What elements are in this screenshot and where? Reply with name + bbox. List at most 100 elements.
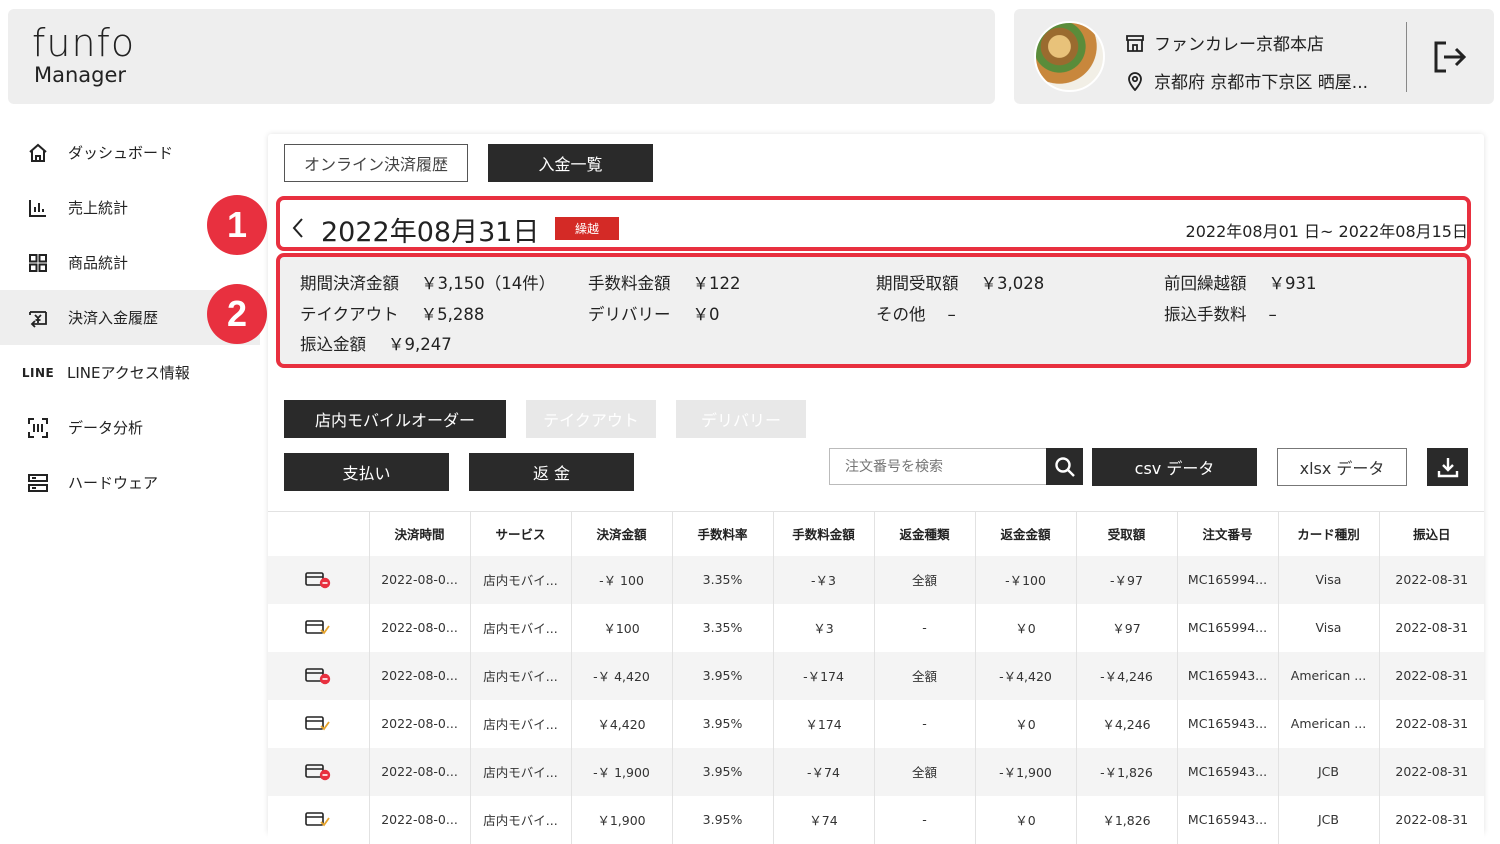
store-avatar [1034, 21, 1105, 92]
tab-delivery[interactable]: デリバリー [676, 400, 806, 438]
column-header[interactable]: 注文番号 [1177, 511, 1279, 556]
sidebar-item-label: 売上統計 [68, 199, 129, 217]
column-header[interactable]: 返金種類 [874, 511, 976, 556]
tab-deposit-list[interactable]: 入金一覧 [488, 144, 653, 182]
cell-refund-amount: -￥4,420 [975, 651, 1077, 700]
cell-refund-amount: ￥0 [975, 603, 1077, 652]
header-divider [1406, 22, 1407, 92]
column-header[interactable]: サービス [470, 511, 572, 556]
store-address: 京都府 京都市下京区 晒屋... [1154, 73, 1369, 93]
summary-transfer-fee: 振込手数料 – [1164, 301, 1277, 325]
download-icon[interactable] [1427, 448, 1468, 486]
refund-button[interactable]: 返 金 [469, 453, 634, 491]
summary-label: 期間受取額 [876, 274, 959, 293]
cell-refund-type: - [874, 699, 976, 748]
column-header[interactable]: 受取額 [1076, 511, 1178, 556]
cell-time: 2022-08-0... [369, 603, 471, 652]
column-header[interactable]: 決済金額 [571, 511, 673, 556]
home-icon [26, 141, 50, 165]
sidebar-item-data-analysis[interactable]: データ分析 [0, 400, 260, 455]
column-header[interactable]: 手数料金額 [773, 511, 875, 556]
summary-value: ￥9,247 [388, 335, 452, 354]
cell-service: 店内モバイ... [470, 603, 572, 652]
column-header[interactable]: 手数料率 [672, 511, 774, 556]
column-header[interactable]: 返金金額 [975, 511, 1077, 556]
cell-transfer-date: 2022-08-31 [1379, 651, 1484, 700]
app-logo[interactable]: funfo Manager [32, 23, 152, 87]
carry-over-badge: 繰越 [555, 217, 619, 240]
cell-fee: ￥74 [773, 795, 875, 844]
sidebar-item-hardware[interactable]: ハードウェア [0, 455, 260, 510]
summary-label: その他 [876, 305, 926, 324]
sidebar-item-line-access[interactable]: LINE LINEアクセス情報 [0, 345, 260, 400]
cell-time: 2022-08-0... [369, 555, 471, 604]
cell-rate: 3.35% [672, 603, 774, 652]
cell-order: MC165943... [1177, 651, 1279, 700]
cell-received: -￥97 [1076, 555, 1178, 604]
yen-transfer-icon [26, 306, 50, 330]
pay-button[interactable]: 支払い [284, 453, 449, 491]
xlsx-export-button[interactable]: xlsx データ [1277, 448, 1407, 486]
server-icon [26, 471, 50, 495]
cell-refund-type: - [874, 603, 976, 652]
table-row[interactable]: 2022-08-0... 店内モバイ... -￥ 4,420 3.95% -￥174 全額… [268, 651, 1484, 700]
store-header: ファンカレー京都本店 京都府 京都市下京区 晒屋... [1014, 9, 1494, 104]
card-check-icon [305, 811, 331, 829]
cell-time: 2022-08-0... [369, 651, 471, 700]
cell-card: JCB [1278, 747, 1380, 796]
cell-time: 2022-08-0... [369, 747, 471, 796]
cell-amount: ￥100 [571, 603, 673, 652]
brand-header: funfo Manager [8, 9, 995, 104]
cell-amount: -￥ 1,900 [571, 747, 673, 796]
cell-rate: 3.95% [672, 651, 774, 700]
cell-received: ￥97 [1076, 603, 1178, 652]
cell-refund-type: 全額 [874, 651, 976, 700]
table-row[interactable]: 2022-08-0... 店内モバイ... ￥1,900 3.95% ￥74- ￥0 ￥1,… [268, 795, 1484, 844]
cell-time: 2022-08-0... [369, 795, 471, 844]
sidebar-item-label: データ分析 [68, 419, 144, 437]
cell-amount: ￥1,900 [571, 795, 673, 844]
main-panel: オンライン決済履歴 入金一覧 2022年08月31日 繰越 2022年08月01… [268, 134, 1484, 844]
column-header[interactable]: 決済時間 [369, 511, 471, 556]
line-icon: LINE [21, 365, 55, 380]
cell-fee: -￥74 [773, 747, 875, 796]
row-icon-cell [268, 555, 370, 604]
cell-card: American ... [1278, 651, 1380, 700]
chevron-left-icon[interactable] [290, 216, 306, 240]
table-row[interactable]: 2022-08-0... 店内モバイ... ￥100 3.35% ￥3- ￥0 ￥97 MC1… [268, 603, 1484, 652]
cell-fee: ￥174 [773, 699, 875, 748]
sidebar-item-dashboard[interactable]: ダッシュボード [0, 125, 260, 180]
row-icon-cell [268, 603, 370, 652]
summary-label: 振込手数料 [1164, 305, 1247, 324]
summary-delivery: デリバリー ￥0 [588, 301, 720, 325]
summary-prev-carry: 前回繰越額 ￥931 [1164, 270, 1317, 294]
sidebar-item-label: 商品統計 [68, 254, 129, 272]
tab-online-payment-history[interactable]: オンライン決済履歴 [284, 144, 468, 182]
tab-mobile-order[interactable]: 店内モバイルオーダー [284, 400, 506, 438]
cell-amount: ￥4,420 [571, 699, 673, 748]
table-row[interactable]: 2022-08-0... 店内モバイ... -￥ 100 3.35% -￥3 全額 -￥10… [268, 555, 1484, 604]
cell-service: 店内モバイ... [470, 555, 572, 604]
summary-value: ￥0 [692, 305, 720, 324]
summary-fee-amount: 手数料金額 ￥122 [588, 270, 741, 294]
summary-label: 期間決済金額 [300, 274, 399, 293]
column-header[interactable]: 振込日 [1379, 511, 1484, 556]
cell-rate: 3.95% [672, 747, 774, 796]
summary-takeout: テイクアウト ￥5,288 [300, 301, 484, 325]
cell-refund-amount: -￥1,900 [975, 747, 1077, 796]
cell-transfer-date: 2022-08-31 [1379, 795, 1484, 844]
summary-value: ￥3,028 [980, 274, 1045, 293]
cell-rate: 3.35% [672, 555, 774, 604]
table-row[interactable]: 2022-08-0... 店内モバイ... -￥ 1,900 3.95% -￥74 全額 -… [268, 747, 1484, 796]
column-header [268, 511, 370, 556]
deposit-period: 2022年08月01 日~ 2022年08月15日 [1185, 222, 1468, 241]
cell-rate: 3.95% [672, 795, 774, 844]
tab-takeout[interactable]: テイクアウト [526, 400, 656, 438]
csv-export-button[interactable]: csv データ [1092, 448, 1257, 486]
column-header[interactable]: カード種別 [1278, 511, 1380, 556]
order-search-input[interactable] [829, 448, 1047, 485]
search-icon[interactable] [1046, 448, 1083, 485]
table-row[interactable]: 2022-08-0... 店内モバイ... ￥4,420 3.95% ￥174- ￥0 ￥4… [268, 699, 1484, 748]
row-icon-cell [268, 795, 370, 844]
logout-icon[interactable] [1432, 39, 1468, 75]
